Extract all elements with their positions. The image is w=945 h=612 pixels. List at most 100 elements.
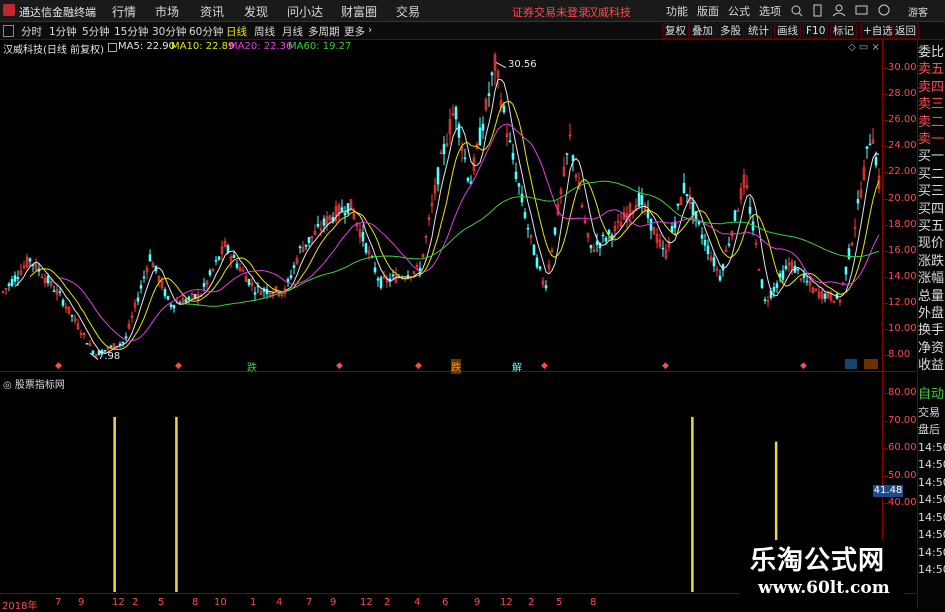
menu-discover[interactable]: 发现 — [244, 3, 268, 20]
tab-30min[interactable]: 30分钟 — [152, 24, 186, 39]
menu-wealth[interactable]: 财富圈 — [341, 3, 377, 20]
menu-layout[interactable]: 版面 — [697, 3, 719, 19]
candle-body — [502, 105, 506, 113]
sidebar-item-change-pct[interactable]: 涨幅 — [918, 270, 944, 287]
login-warning[interactable]: 证券交易未登录 — [512, 4, 589, 20]
menu-trade[interactable]: 交易 — [396, 3, 420, 20]
event-marker[interactable]: ◆ — [175, 361, 182, 371]
tab-weekly[interactable]: 周线 — [254, 24, 275, 39]
draw-button[interactable]: 画线 — [774, 23, 801, 39]
event-marker-report[interactable] — [845, 359, 857, 369]
stats-button[interactable]: 统计 — [745, 23, 772, 39]
tab-daily[interactable]: 日线 — [226, 24, 247, 39]
event-marker[interactable]: ◆ — [662, 361, 669, 371]
mark-button[interactable]: 标记 — [830, 23, 857, 39]
sidebar-item-outer-vol[interactable]: 外盘 — [918, 305, 944, 322]
sidebar-item-bid2[interactable]: 买二 — [918, 166, 944, 183]
phone-icon[interactable] — [813, 4, 822, 17]
candle-body — [733, 210, 737, 221]
tab-1min[interactable]: 1分钟 — [49, 24, 77, 39]
sidebar-item-bid5[interactable]: 买五 — [918, 218, 944, 235]
menu-news[interactable]: 资讯 — [200, 3, 224, 20]
f10-button[interactable]: F10 — [803, 23, 829, 39]
event-marker[interactable]: ◆ — [336, 361, 343, 371]
sidebar-mode-2[interactable]: 盘后 — [918, 421, 940, 438]
sidebar-item-change[interactable]: 涨跌 — [918, 253, 944, 270]
candle-body — [169, 304, 173, 308]
back-button[interactable]: 返回 — [892, 23, 919, 39]
multi-stock-button[interactable]: 多股 — [717, 23, 744, 39]
search-icon[interactable] — [791, 5, 803, 17]
event-marker[interactable]: ◆ — [415, 361, 422, 371]
menu-ask[interactable]: 问小达 — [287, 3, 323, 20]
event-marker[interactable]: ◆ — [55, 361, 62, 371]
y-tick — [883, 68, 888, 69]
sidebar-item-volume[interactable]: 总量 — [918, 288, 944, 305]
x-tick-label: 5 — [158, 597, 165, 608]
candle-body — [784, 265, 788, 270]
sidebar-item-ask4[interactable]: 卖四 — [918, 79, 944, 96]
sidebar-item-turnover[interactable]: 换手 — [918, 322, 944, 339]
sidebar-item-ask3[interactable]: 卖三 — [918, 96, 944, 113]
sidebar-item-ask5[interactable]: 卖五 — [918, 61, 944, 78]
sidebar-item-bid1[interactable]: 买一 — [918, 148, 944, 165]
sidebar-item-earnings[interactable]: 收益 — [918, 357, 944, 374]
candle-body — [109, 345, 113, 348]
sidebar-mode-1[interactable]: 交易 — [918, 404, 940, 421]
event-marker-drop[interactable]: 跌 — [451, 359, 461, 374]
candle-body — [526, 227, 530, 230]
candle-body — [487, 93, 491, 97]
y-tick — [883, 146, 888, 148]
sidebar-item-bid3[interactable]: 买三 — [918, 183, 944, 200]
sidebar-item-committee-ratio[interactable]: 委比 — [918, 44, 944, 61]
overlay-button[interactable]: 叠加 — [689, 23, 716, 39]
tab-more[interactable]: 更多 — [344, 24, 365, 39]
more-chevron-icon[interactable]: › — [368, 24, 372, 36]
candle-body — [373, 267, 377, 273]
menu-formula[interactable]: 公式 — [728, 3, 750, 19]
tab-60min[interactable]: 60分钟 — [189, 24, 223, 39]
y-tick-label: 26.00 — [888, 114, 917, 126]
candle-body — [463, 157, 467, 160]
guest-label[interactable]: 游客 — [908, 4, 928, 19]
menu-function[interactable]: 功能 — [666, 3, 688, 19]
add-watchlist-button[interactable]: +自选 — [860, 23, 896, 39]
event-marker-news[interactable] — [864, 359, 878, 369]
candle-body — [607, 229, 611, 235]
sidebar-item-net-assets[interactable]: 净资 — [918, 340, 944, 357]
candle-body — [670, 225, 674, 233]
sidebar-item-ask1[interactable]: 卖一 — [918, 131, 944, 148]
candle-body — [124, 336, 128, 339]
x-tick-label: 10 — [214, 597, 227, 608]
sidebar-item-bid4[interactable]: 买四 — [918, 201, 944, 218]
candle-body — [346, 203, 350, 214]
adjust-button[interactable]: 复权 — [662, 23, 689, 39]
sidebar-item-ask2[interactable]: 卖二 — [918, 114, 944, 131]
x-tick-label: 12 — [360, 597, 373, 608]
sidebar-mode-0[interactable]: 自动 — [918, 386, 944, 403]
help-icon[interactable] — [878, 4, 890, 16]
panel-toggle-icon[interactable] — [3, 25, 14, 37]
candle-body — [637, 192, 641, 207]
user-icon[interactable] — [832, 4, 846, 17]
candle-body — [553, 227, 557, 235]
menu-market[interactable]: 市场 — [155, 3, 179, 20]
tab-multi-period[interactable]: 多周期 — [308, 24, 340, 39]
tab-5min[interactable]: 5分钟 — [82, 24, 110, 39]
message-icon[interactable] — [855, 5, 868, 15]
sidebar-item-last-price[interactable]: 现价 — [918, 235, 944, 252]
candle-body — [118, 343, 122, 346]
tab-intraday[interactable]: 分时 — [21, 24, 42, 39]
event-marker-unlock[interactable]: 解 — [512, 359, 522, 374]
candlestick-chart[interactable] — [0, 52, 882, 370]
event-marker[interactable]: ◆ — [541, 361, 548, 371]
menu-quotes[interactable]: 行情 — [112, 3, 136, 20]
menu-options[interactable]: 选项 — [759, 3, 781, 19]
event-marker[interactable]: ◆ — [800, 361, 807, 371]
dropdown-icon[interactable] — [108, 43, 117, 52]
event-marker-drop[interactable]: 跌 — [247, 359, 257, 374]
candle-body — [535, 257, 539, 268]
tab-15min[interactable]: 15分钟 — [114, 24, 148, 39]
x-tick-label: 7 — [306, 597, 313, 608]
tab-monthly[interactable]: 月线 — [282, 24, 303, 39]
